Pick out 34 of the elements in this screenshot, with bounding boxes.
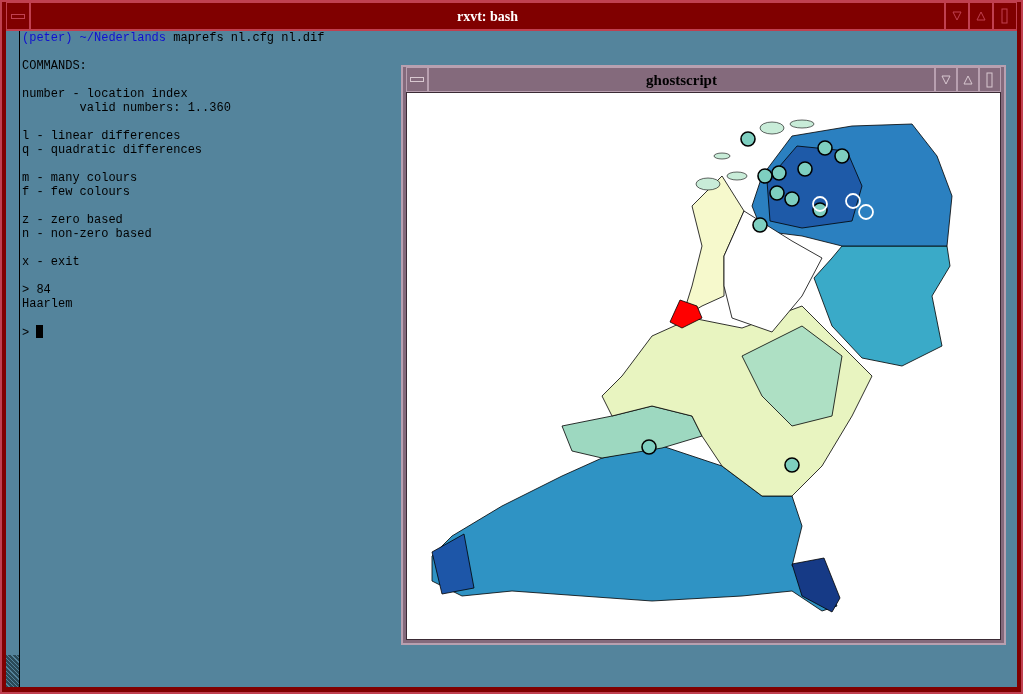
- text-cursor: [36, 325, 44, 338]
- bar-icon: [1001, 8, 1009, 24]
- output-line: m - many colours: [22, 171, 138, 185]
- resize-button[interactable]: [979, 67, 1001, 92]
- output-line: f - few colours: [22, 185, 131, 199]
- maximize-button[interactable]: [957, 67, 979, 92]
- input-prompt: >: [22, 326, 30, 340]
- scrollbar[interactable]: [6, 31, 20, 687]
- output-line: > 84: [22, 283, 51, 297]
- minimize-button[interactable]: [935, 67, 957, 92]
- triangle-up-icon: [963, 74, 973, 85]
- triangle-down-icon: [941, 74, 951, 85]
- output-line: n - non-zero based: [22, 227, 152, 241]
- output-line: q - quadratic differences: [22, 143, 203, 157]
- triangle-down-icon: [952, 11, 962, 21]
- window-menu-button[interactable]: [6, 2, 30, 30]
- output-line: x - exit: [22, 255, 80, 269]
- bar-icon: [986, 71, 994, 88]
- output-line: z - zero based: [22, 213, 123, 227]
- output-line: Haarlem: [22, 297, 73, 311]
- maximize-button[interactable]: [969, 2, 993, 30]
- window-title: rxvt: bash: [30, 2, 945, 30]
- output-line: valid numbers: 1..360: [78, 101, 231, 115]
- window-menu-button[interactable]: [406, 67, 428, 92]
- command-text: maprefs nl.cfg nl.dif: [173, 31, 325, 45]
- scrollbar-thumb[interactable]: [6, 655, 19, 687]
- shell-prompt: (peter) ~/Nederlands: [22, 31, 167, 45]
- window-title: ghostscript: [428, 67, 935, 92]
- output-line: l - linear differences: [22, 129, 181, 143]
- minimize-button[interactable]: [945, 2, 969, 30]
- triangle-up-icon: [976, 11, 986, 21]
- output-line: number - location index: [22, 87, 188, 101]
- output-line: COMMANDS:: [22, 59, 87, 73]
- resize-button[interactable]: [993, 2, 1017, 30]
